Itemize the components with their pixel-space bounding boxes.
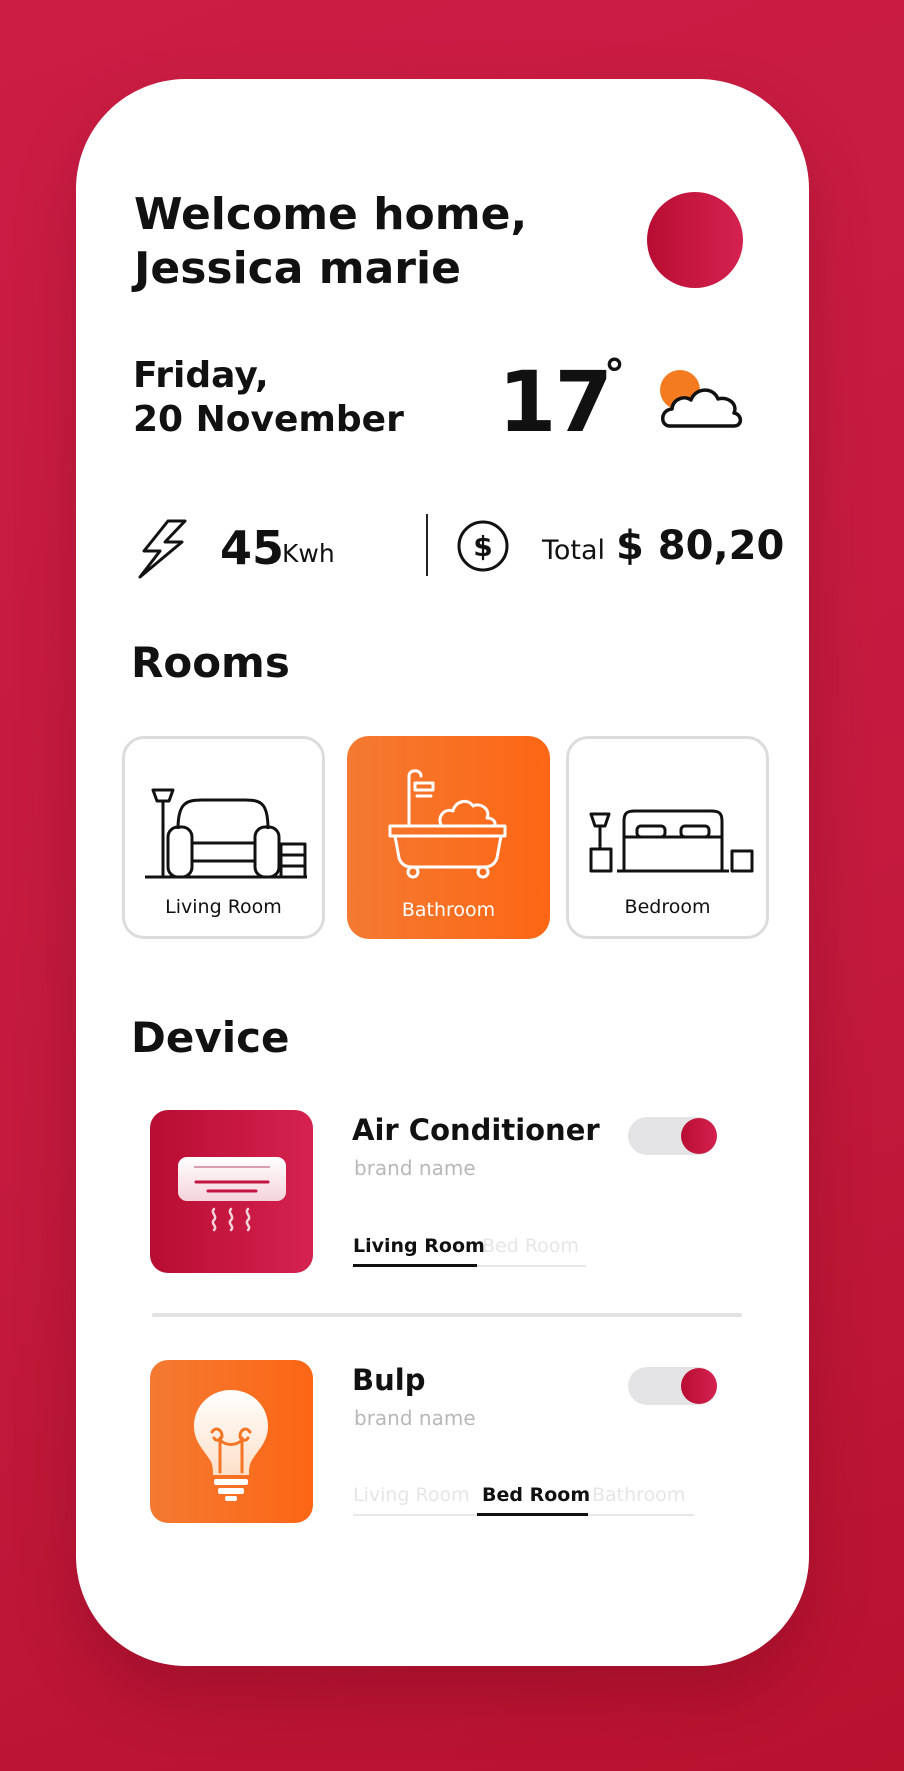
air-conditioner-tile[interactable]: [150, 1110, 313, 1273]
lightbulb-icon: [194, 1390, 268, 1501]
device-brand-air-conditioner: brand name: [354, 1156, 476, 1180]
avatar[interactable]: [647, 192, 743, 288]
date-display: Friday, 20 November: [133, 354, 404, 442]
dollar-icon: $: [456, 519, 510, 578]
total-cost-value: $ 80,20: [616, 523, 785, 569]
rooms-heading: Rooms: [131, 638, 290, 687]
bulb-toggle[interactable]: [628, 1367, 717, 1405]
room-label-bathroom: Bathroom: [401, 899, 496, 921]
room-label-bedroom: Bedroom: [624, 896, 711, 918]
device-name-air-conditioner: Air Conditioner: [352, 1113, 600, 1147]
partly-cloudy-icon: [656, 366, 748, 441]
device-brand-bulb: brand name: [354, 1406, 476, 1430]
bulb-tile[interactable]: [150, 1360, 313, 1523]
energy-usage-value: 45: [220, 521, 285, 575]
tab-living-room[interactable]: Living Room: [353, 1481, 470, 1509]
lightning-icon: [134, 518, 190, 585]
weekday-text: Friday,: [133, 355, 269, 396]
welcome-user-name: Jessica marie: [134, 243, 461, 294]
energy-usage-unit: Kwh: [282, 539, 335, 568]
tab-bed-room[interactable]: Bed Room: [482, 1481, 590, 1509]
room-card-bedroom[interactable]: Bedroom: [566, 736, 769, 939]
toggle-knob: [681, 1118, 717, 1154]
bulb-room-tabs: Living Room Bed Room Bathroom: [353, 1481, 695, 1517]
air-conditioner-icon: [178, 1157, 286, 1232]
room-card-living-room[interactable]: Living Room: [122, 736, 325, 939]
air-conditioner-toggle[interactable]: [628, 1117, 717, 1155]
temperature-value: 17: [498, 353, 613, 451]
tab-living-room[interactable]: Living Room: [353, 1232, 485, 1260]
air-conditioner-room-tabs: Living Room Bed Room: [353, 1232, 587, 1268]
degree-symbol: °: [604, 350, 625, 399]
device-divider: [152, 1313, 742, 1317]
tab-bathroom[interactable]: Bathroom: [592, 1481, 685, 1509]
energy-divider: [426, 514, 428, 576]
room-label-living-room: Living Room: [165, 896, 282, 918]
tab-indicator: [477, 1513, 588, 1516]
device-heading: Device: [131, 1013, 290, 1062]
welcome-line-1: Welcome home,: [134, 189, 528, 240]
toggle-knob: [681, 1368, 717, 1404]
day-month-text: 20 November: [133, 399, 404, 440]
room-card-bathroom[interactable]: Bathroom: [347, 736, 550, 939]
total-cost-label: Total: [542, 535, 606, 566]
device-name-bulb: Bulp: [352, 1363, 426, 1397]
welcome-heading: Welcome home, Jessica marie: [134, 188, 574, 296]
svg-text:$: $: [473, 530, 492, 563]
tab-indicator: [353, 1264, 477, 1267]
tab-bed-room[interactable]: Bed Room: [482, 1232, 579, 1260]
